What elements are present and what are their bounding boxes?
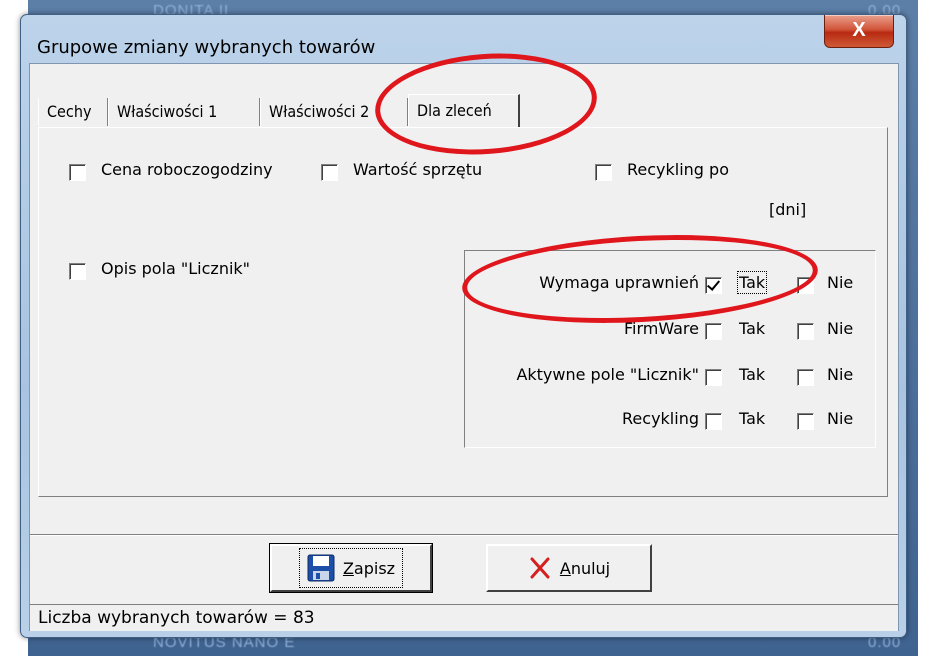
close-icon: X [852, 19, 866, 41]
floppy-disk-icon [307, 554, 335, 582]
cancel-button[interactable]: Anuluj [486, 544, 652, 592]
wymaga-uprawnien-nie-checkbox[interactable] [797, 277, 814, 294]
tab-wlasciwosci-1[interactable]: Właściwości 1 [108, 98, 260, 126]
recykling-po-checkbox[interactable] [595, 164, 612, 181]
nie-label: Nie [827, 409, 854, 428]
tab-cechy[interactable]: Cechy [38, 98, 108, 126]
tab-label: Dla zleceń [417, 101, 492, 120]
recykling-label: Recykling [622, 409, 699, 428]
cancel-x-icon [530, 557, 550, 579]
tab-label: Właściwości 1 [117, 102, 218, 121]
save-hotkey: Z [342, 558, 354, 578]
status-text: Liczba wybranych towarów = 83 [38, 608, 315, 628]
tak-label: Tak [739, 409, 766, 428]
save-button-label: Zapisz [343, 559, 395, 578]
cena-roboczogodziny-checkbox[interactable] [69, 164, 86, 181]
save-button[interactable]: Zapisz [269, 543, 433, 593]
save-label-rest: apisz [353, 558, 396, 578]
tak-label: Tak [736, 271, 768, 294]
opis-pola-licznik-label: Opis pola "Licznik" [101, 259, 251, 278]
recykling-po-label: Recykling po [627, 160, 729, 179]
save-button-focus: Zapisz [298, 548, 404, 588]
dialog-client-area: Cechy Właściwości 1 Właściwości 2 Dla zl… [29, 63, 899, 631]
firmware-nie-checkbox[interactable] [797, 323, 814, 340]
wartosc-sprzetu-checkbox[interactable] [321, 164, 338, 181]
close-button[interactable]: X [824, 15, 894, 48]
cancel-button-label: Anuluj [560, 559, 610, 578]
tab-label: Cechy [47, 102, 92, 121]
recykling-tak-checkbox[interactable] [705, 413, 722, 430]
aktywne-pole-licznik-tak-checkbox[interactable] [705, 369, 722, 386]
tab-label: Właściwości 2 [269, 102, 370, 121]
title-bar[interactable]: Grupowe zmiany wybranych towarów X [21, 15, 906, 63]
window-title: Grupowe zmiany wybranych towarów [37, 37, 376, 58]
aktywne-pole-licznik-label: Aktywne pole "Licznik" [516, 365, 699, 384]
status-bar: Liczba wybranych towarów = 83 [30, 604, 898, 631]
wartosc-sprzetu-label: Wartość sprzętu [353, 160, 483, 179]
aktywne-pole-licznik-nie-checkbox[interactable] [797, 369, 814, 386]
bottom-separator [30, 534, 898, 536]
nie-label: Nie [827, 319, 854, 338]
recykling-nie-checkbox[interactable] [797, 413, 814, 430]
cancel-label-rest: nuluj [570, 558, 611, 578]
tak-label: Tak [739, 365, 766, 384]
tab-dla-zlecen[interactable]: Dla zleceń [408, 94, 520, 128]
opis-pola-licznik-checkbox[interactable] [69, 263, 86, 280]
cancel-hotkey: A [559, 558, 571, 578]
tab-panel-dla-zlecen: Cena roboczogodziny Wartość sprzętu Recy… [38, 127, 888, 497]
wymaga-uprawnien-tak-checkbox[interactable] [705, 277, 722, 294]
recykling-po-unit: [dni] [769, 200, 807, 219]
firmware-label: FirmWare [623, 319, 699, 338]
tak-label: Tak [739, 319, 766, 338]
nie-label: Nie [827, 273, 854, 292]
dialog-window: Grupowe zmiany wybranych towarów X Cechy… [20, 14, 907, 638]
cena-roboczogodziny-label: Cena roboczogodziny [101, 160, 273, 179]
firmware-tak-checkbox[interactable] [705, 323, 722, 340]
nie-label: Nie [827, 365, 854, 384]
wymaga-uprawnien-label: Wymaga uprawnień [539, 273, 699, 292]
options-group: Wymaga uprawnień Tak Nie FirmWare Tak Ni… [464, 250, 876, 448]
tab-wlasciwosci-2[interactable]: Właściwości 2 [260, 98, 408, 126]
